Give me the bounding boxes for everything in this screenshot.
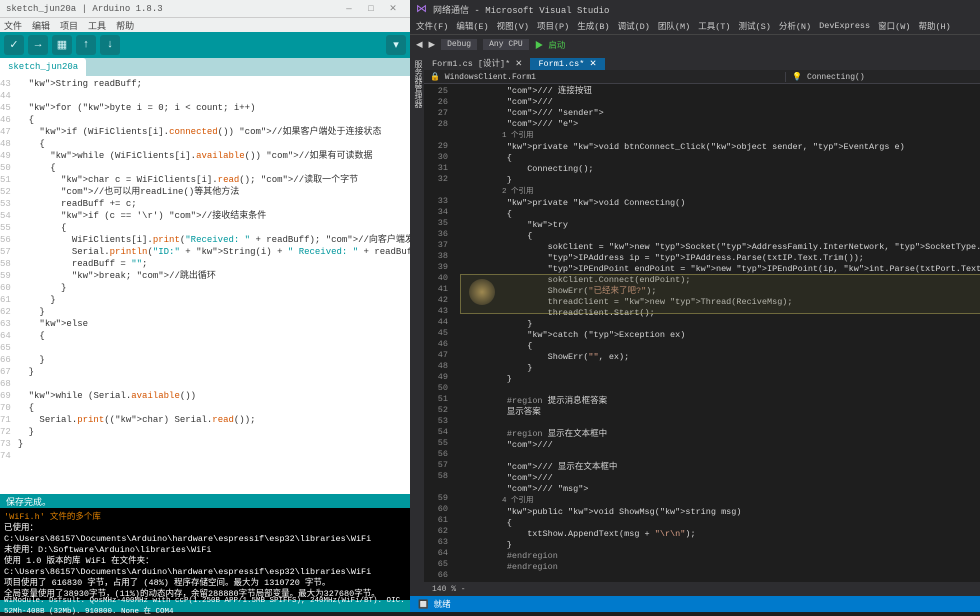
upload-button[interactable]: → [28, 35, 48, 55]
zoom-info[interactable]: 140 % - [424, 582, 980, 596]
arduino-tab[interactable]: sketch_jun20a [0, 58, 86, 76]
menu-item[interactable]: 帮助(H) [918, 20, 950, 32]
verify-button[interactable]: ✓ [4, 35, 24, 55]
menu-item[interactable]: 项目(P) [537, 20, 569, 32]
vs-title-text: 网络通信 - Microsoft Visual Studio [433, 3, 609, 16]
vs-navbar: 🔒 WindowsClient.Form1 💡 Connecting() [424, 70, 980, 84]
arduino-tabbar: sketch_jun20a [0, 58, 410, 76]
arduino-editor[interactable]: 4344454647484950515253545556575859606162… [0, 76, 410, 494]
visualstudio-window: ⋈ 网络通信 - Microsoft Visual Studio 快速启动 (C… [410, 0, 980, 612]
vs-toolbar: ◀ ▶ Debug Any CPU ▶ 启动 [410, 34, 980, 54]
menu-item[interactable]: 窗口(W) [878, 20, 910, 32]
arduino-title-text: sketch_jun20a | Arduino 1.8.3 [6, 4, 163, 14]
minimize-button[interactable]: — [338, 4, 360, 14]
menu-item[interactable]: 团队(M) [658, 20, 690, 32]
editor-tab[interactable]: Form1.cs [设计]* ✕ [424, 56, 530, 70]
maximize-button[interactable]: □ [360, 4, 382, 14]
save-button[interactable]: ↓ [100, 35, 120, 55]
menu-item[interactable]: 调试(D) [618, 20, 650, 32]
vs-statusbar: 🔲 就绪 行 42 列 14 字符 14 Ins [410, 596, 980, 612]
new-button[interactable]: ▦ [52, 35, 72, 55]
arduino-toolbar: ✓ → ▦ ↑ ↓ ▾ [0, 32, 410, 58]
nav-member-dropdown[interactable]: 💡 Connecting() [786, 72, 980, 82]
status-state: 🔲 就绪 [418, 598, 451, 610]
vs-logo-icon: ⋈ [416, 2, 427, 16]
menu-sketch[interactable]: 项目 [60, 19, 78, 32]
arduino-gutter: 4344454647484950515253545556575859606162… [0, 76, 14, 494]
vs-code[interactable]: "com">/// 连接按钮 "com">/// "com">/// "send… [462, 84, 980, 582]
run-button[interactable]: ▶ 启动 [535, 39, 566, 51]
close-button[interactable]: ✕ [382, 4, 404, 14]
arduino-console[interactable]: 'WiFi.h' 文件的多个库 已使用： C:\Users\86157\Docu… [0, 508, 410, 600]
vs-titlebar[interactable]: ⋈ 网络通信 - Microsoft Visual Studio 快速启动 (C… [410, 0, 980, 18]
menu-item[interactable]: 文件(F) [416, 20, 448, 32]
platform-dropdown[interactable]: Any CPU [483, 39, 529, 50]
nav-fwd-icon[interactable]: ▶ [429, 40, 436, 50]
vs-tabs: Form1.cs [设计]* ✕Form1.cs* ✕ [424, 54, 980, 70]
menu-tools[interactable]: 工具 [88, 19, 106, 32]
nav-back-icon[interactable]: ◀ [416, 40, 423, 50]
menu-item[interactable]: 测试(S) [739, 20, 771, 32]
config-dropdown[interactable]: Debug [441, 39, 477, 50]
vs-fold-gutter[interactable] [452, 84, 462, 582]
vs-gutter: 25262728 29303132 3334353637383940414243… [424, 84, 452, 582]
arduino-status: 保存完成。 [0, 494, 410, 508]
arduino-titlebar[interactable]: sketch_jun20a | Arduino 1.8.3 — □ ✕ [0, 0, 410, 18]
vs-editor[interactable]: 25262728 29303132 3334353637383940414243… [424, 84, 980, 582]
vs-menubar: 文件(F) 编辑(E) 视图(V) 项目(P) 生成(B) 调试(D) 团队(M) 工具(T)… [410, 18, 980, 34]
menu-item[interactable]: 生成(B) [577, 20, 609, 32]
menu-item[interactable]: 工具(T) [698, 20, 730, 32]
nav-type-dropdown[interactable]: 🔒 WindowsClient.Form1 [424, 72, 786, 82]
menu-file[interactable]: 文件 [4, 19, 22, 32]
menu-item[interactable]: 分析(N) [779, 20, 811, 32]
serial-monitor-button[interactable]: ▾ [386, 35, 406, 55]
arduino-window: sketch_jun20a | Arduino 1.8.3 — □ ✕ 文件 编… [0, 0, 410, 612]
menu-item[interactable]: 编辑(E) [456, 20, 488, 32]
menu-edit[interactable]: 编辑 [32, 19, 50, 32]
arduino-menubar: 文件 编辑 项目 工具 帮助 [0, 18, 410, 32]
editor-tab[interactable]: Form1.cs* ✕ [530, 58, 604, 70]
menu-help[interactable]: 帮助 [116, 19, 134, 32]
menu-item[interactable]: DevExpress [819, 21, 870, 31]
menu-item[interactable]: 视图(V) [497, 20, 529, 32]
server-explorer-rail[interactable]: 服务器管理器 [410, 54, 424, 596]
arduino-boardinfo: WiModule. Dsfsult. QosMHz-400MHz with cc… [0, 600, 410, 612]
arduino-code[interactable]: "kw">String readBuff; "kw">for ("kw">byt… [14, 76, 410, 494]
open-button[interactable]: ↑ [76, 35, 96, 55]
